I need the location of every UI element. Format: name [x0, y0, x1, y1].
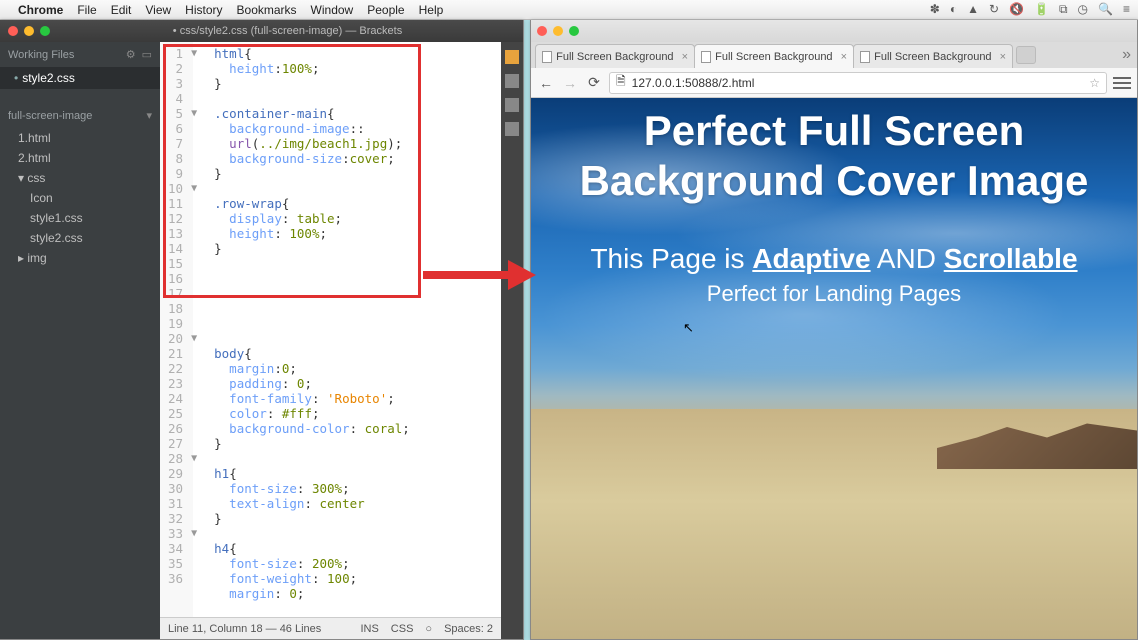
- menu-view[interactable]: View: [145, 3, 171, 17]
- page-tagline: Perfect for Landing Pages: [531, 281, 1137, 307]
- address-bar[interactable]: 🗎 127.0.0.1:50888/2.html ☆: [609, 72, 1107, 94]
- tree-item[interactable]: 1.html: [0, 128, 160, 148]
- tree-item[interactable]: style1.css: [0, 208, 160, 228]
- language-mode[interactable]: CSS: [391, 623, 414, 635]
- brackets-window: • css/style2.css (full-screen-image) — B…: [0, 20, 524, 640]
- maximize-icon[interactable]: [569, 26, 579, 36]
- close-tab-icon[interactable]: ×: [841, 51, 847, 63]
- statusbar: Line 11, Column 18 — 46 Lines INS CSS ○ …: [160, 617, 501, 639]
- volume-icon[interactable]: 🔇: [1009, 2, 1024, 17]
- spaces-setting[interactable]: Spaces: 2: [444, 623, 493, 635]
- page-heading: Perfect Full ScreenBackground Cover Imag…: [531, 106, 1137, 207]
- close-icon[interactable]: [8, 26, 18, 36]
- extension-icon[interactable]: [505, 74, 519, 88]
- page-icon: [542, 51, 552, 63]
- app-name[interactable]: Chrome: [18, 3, 63, 17]
- tree-item[interactable]: 2.html: [0, 148, 160, 168]
- battery-icon[interactable]: 🔋: [1034, 2, 1049, 17]
- minimize-icon[interactable]: [24, 26, 34, 36]
- close-tab-icon[interactable]: ×: [1000, 51, 1006, 63]
- split-icon[interactable]: ▭: [142, 48, 152, 61]
- menu-file[interactable]: File: [77, 3, 96, 17]
- close-icon[interactable]: [537, 26, 547, 36]
- line-gutter: 1234567891011121314151617181920212223242…: [160, 42, 193, 617]
- extensions-rail: [501, 42, 523, 639]
- menu-bookmarks[interactable]: Bookmarks: [237, 3, 297, 17]
- new-tab-button[interactable]: [1016, 46, 1036, 64]
- window-title: • css/style2.css (full-screen-image) — B…: [60, 25, 515, 37]
- drive-icon[interactable]: ▲: [967, 2, 979, 17]
- extension-icon[interactable]: [505, 122, 519, 136]
- mac-menubar: Chrome File Edit View History Bookmarks …: [0, 0, 1138, 20]
- mouse-cursor-icon: ↖: [683, 320, 694, 336]
- menu-help[interactable]: Help: [419, 3, 444, 17]
- tab-strip: Full Screen Background× Full Screen Back…: [531, 42, 1137, 68]
- chrome-menu-button[interactable]: [1113, 77, 1131, 89]
- menu-history[interactable]: History: [185, 3, 222, 17]
- menu-people[interactable]: People: [367, 3, 404, 17]
- page-viewport[interactable]: Perfect Full ScreenBackground Cover Imag…: [531, 98, 1137, 639]
- tree-item[interactable]: Icon: [0, 188, 160, 208]
- lint-icon[interactable]: ○: [425, 623, 432, 635]
- code-area[interactable]: ▼ html{ height:100%; } ▼ .container-main…: [193, 42, 501, 617]
- wifi-icon[interactable]: ⧉: [1059, 2, 1068, 17]
- cursor-position: Line 11, Column 18 — 46 Lines: [168, 623, 321, 635]
- browser-tab[interactable]: Full Screen Background×: [535, 44, 695, 68]
- cloud-icon[interactable]: ◐: [950, 2, 957, 17]
- clock-icon[interactable]: ◷: [1078, 2, 1088, 17]
- working-files-header: Working Files ⚙▭: [0, 42, 160, 67]
- maximize-icon[interactable]: [40, 26, 50, 36]
- page-icon: 🗎: [616, 72, 626, 93]
- page-subheading: This Page is Adaptive AND Scrollable: [531, 243, 1137, 275]
- browser-tab[interactable]: Full Screen Background×: [694, 44, 854, 68]
- chrome-toolbar: ← → ⟳ 🗎 127.0.0.1:50888/2.html ☆: [531, 68, 1137, 98]
- page-icon: [701, 51, 711, 63]
- menu-window[interactable]: Window: [311, 3, 354, 17]
- minimize-icon[interactable]: [553, 26, 563, 36]
- url-text: 127.0.0.1:50888/2.html: [632, 76, 755, 90]
- brackets-titlebar[interactable]: • css/style2.css (full-screen-image) — B…: [0, 20, 523, 42]
- close-tab-icon[interactable]: ×: [682, 51, 688, 63]
- live-preview-icon[interactable]: [505, 50, 519, 64]
- search-icon[interactable]: 🔍: [1098, 2, 1113, 17]
- chrome-window: Full Screen Background× Full Screen Back…: [530, 20, 1138, 640]
- page-icon: [860, 51, 870, 63]
- forward-button[interactable]: →: [561, 74, 579, 92]
- project-header[interactable]: full-screen-image▾: [0, 103, 160, 128]
- annotation-arrow: [418, 250, 538, 305]
- tree-folder-css[interactable]: ▾ css: [0, 168, 160, 188]
- reload-button[interactable]: ⟳: [585, 74, 603, 92]
- menu-icon[interactable]: ≡: [1123, 2, 1130, 17]
- insert-mode[interactable]: INS: [360, 623, 378, 635]
- status-icon[interactable]: ✽: [930, 2, 940, 17]
- tab-overflow-icon[interactable]: »: [1116, 42, 1137, 68]
- tree-item[interactable]: style2.css: [0, 228, 160, 248]
- brackets-sidebar: Working Files ⚙▭ •style2.css full-screen…: [0, 42, 160, 639]
- extension-icon[interactable]: [505, 98, 519, 112]
- menu-edit[interactable]: Edit: [111, 3, 132, 17]
- gear-icon[interactable]: ⚙: [126, 48, 136, 61]
- tree-folder-img[interactable]: ▸ img: [0, 248, 160, 268]
- sync-icon[interactable]: ↻: [989, 2, 999, 17]
- working-file[interactable]: •style2.css: [0, 67, 160, 89]
- bookmark-star-icon[interactable]: ☆: [1089, 76, 1100, 90]
- browser-tab[interactable]: Full Screen Background×: [853, 44, 1013, 68]
- menubar-status-icons: ✽ ◐ ▲ ↻ 🔇 🔋 ⧉ ◷ 🔍 ≡: [930, 2, 1130, 17]
- chrome-titlebar[interactable]: [531, 20, 1137, 42]
- code-editor[interactable]: 1234567891011121314151617181920212223242…: [160, 42, 501, 639]
- back-button[interactable]: ←: [537, 74, 555, 92]
